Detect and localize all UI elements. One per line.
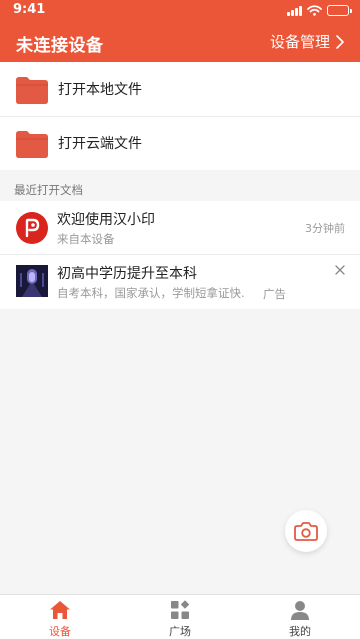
device-manage-label: 设备管理 (269, 33, 330, 51)
ad-title: 初高中学历提升至本科 (57, 266, 197, 282)
status-time: 9:41 (13, 2, 46, 17)
header-bar: 9:41 未连接设备 设备管理 (0, 0, 360, 62)
user-icon (291, 601, 309, 620)
open-local-file-label: 打开本地文件 (58, 82, 142, 98)
recent-section-label: 最近打开文档 (14, 183, 83, 197)
tab-devices[interactable]: 设备 (0, 595, 120, 639)
recent-document-row[interactable]: 欢迎使用汉小印 来自本设备 3分钟前 (0, 201, 360, 254)
wifi-icon (307, 5, 322, 16)
tab-mine[interactable]: 我的 (240, 595, 360, 639)
recent-list: 欢迎使用汉小印 来自本设备 3分钟前 初高中学历提升至本科 自考本科，国家承认，… (0, 201, 360, 309)
tab-bar: 设备 广场 我的 (0, 594, 360, 639)
signal-icon (287, 5, 302, 16)
open-local-file-row[interactable]: 打开本地文件 (0, 62, 360, 116)
battery-icon (327, 5, 352, 16)
close-icon[interactable] (334, 264, 346, 276)
open-cloud-file-row[interactable]: 打开云端文件 (0, 116, 360, 170)
device-manage-button[interactable]: 设备管理 (270, 31, 344, 52)
open-cloud-file-label: 打开云端文件 (58, 136, 142, 152)
camera-icon (294, 522, 318, 541)
ad-tag: 广告 (263, 287, 286, 301)
app-logo-icon (16, 212, 48, 244)
tab-square-label: 广场 (169, 625, 191, 638)
status-icons (287, 5, 352, 16)
recent-document-source: 来自本设备 (57, 232, 115, 246)
folder-icon (16, 130, 48, 158)
tab-mine-label: 我的 (289, 625, 311, 638)
ad-row[interactable]: 初高中学历提升至本科 自考本科，国家承认，学制短拿证快. 广告 (0, 254, 360, 309)
status-bar: 9:41 (0, 0, 360, 22)
ad-thumbnail (16, 265, 48, 297)
recent-document-time: 3分钟前 (305, 222, 345, 235)
recent-document-title: 欢迎使用汉小印 (57, 212, 155, 228)
tab-devices-label: 设备 (49, 625, 71, 638)
file-actions: 打开本地文件 打开云端文件 (0, 62, 360, 170)
folder-icon (16, 76, 48, 104)
tab-square[interactable]: 广场 (120, 595, 240, 639)
chevron-right-icon (336, 34, 344, 49)
grid-icon (171, 600, 190, 619)
ad-subtitle: 自考本科，国家承认，学制短拿证快. (57, 286, 245, 300)
camera-button[interactable] (285, 510, 327, 552)
home-icon (50, 601, 70, 619)
page-title: 未连接设备 (16, 36, 104, 56)
